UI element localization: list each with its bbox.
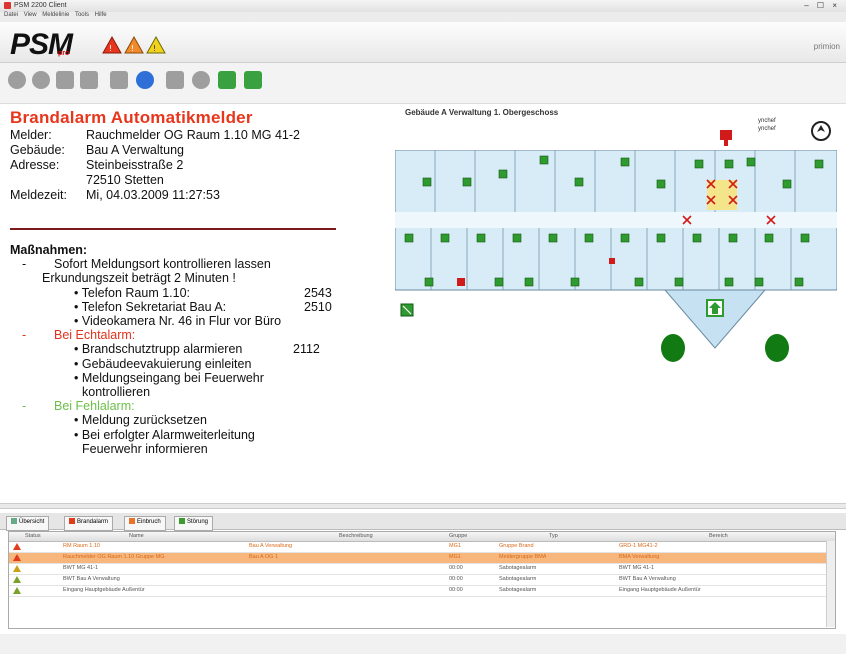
circle-icon[interactable] [8,71,26,89]
table-header: Status Name Beschreibung Gruppe Typ Bere… [9,532,835,542]
table-row[interactable]: BWT MG 41-1 00:00 Sabotagealarm BWT MG 41-… [9,564,835,575]
col-group[interactable]: Gruppe [449,533,467,539]
measures-panel: Maßnahmen: - Sofort Meldungsort kontrolli… [10,243,380,456]
square-icon[interactable] [166,71,184,89]
floorplan-map[interactable] [395,150,837,400]
alarm-status-icon [13,587,21,594]
alarm-tabs: Übersicht Brandalarm Einbruch Störung [0,513,846,531]
alarm-arrow-icon[interactable] [110,71,128,89]
tab-intrusion[interactable]: Einbruch [124,516,166,531]
compass-icon[interactable] [810,120,832,142]
tab-fire[interactable]: Brandalarm [64,516,114,531]
app-icon [4,2,11,9]
real-action: • Brandschutztrupp alarmieren 2112 [74,342,320,357]
logo-bar: PSM pro ! ! ! primion [0,22,846,63]
alarm-field-detector: Melder: Rauchmelder OG Raum 1.10 MG 41-2 [10,128,300,142]
alarm-table: Status Name Beschreibung Gruppe Typ Bere… [8,531,836,629]
alarm-field-time: Meldezeit: Mi, 04.03.2009 11:27:53 [10,188,220,202]
table-row[interactable]: RM Raum 1.10 Bau A Verwaltung MG1 Gruppe B… [9,542,835,553]
real-action: • Gebäudeevakuierung einleiten [74,356,252,371]
window-titlebar: PSM 2200 Client – ☐ × [0,0,846,12]
fire-detector-icon[interactable] [718,128,734,148]
false-action: • Meldung zurücksetzen [74,413,207,428]
col-type[interactable]: Typ [549,533,558,539]
brand-logo: primion [813,42,840,51]
tag-icon[interactable] [80,71,98,89]
alarm-status-icon [13,554,21,561]
table-scrollbar[interactable] [826,541,835,627]
intrusion-alarm-icon[interactable]: ! [124,36,144,54]
back-icon[interactable] [244,71,262,89]
real-alarm-heading: - Bei Echtalarm: [22,328,136,343]
menu-tools[interactable]: Tools [75,12,89,18]
svg-text:!: ! [153,44,156,53]
menu-file[interactable]: Datei [4,12,18,18]
svg-text:!: ! [131,44,134,53]
panel-splitter[interactable] [0,503,846,509]
col-name[interactable]: Name [129,533,144,539]
alarm-status-icon [13,565,21,572]
col-description[interactable]: Beschreibung [339,533,373,539]
tab-fault[interactable]: Störung [174,516,214,531]
fault-alarm-icon[interactable]: ! [146,36,166,54]
table-row[interactable]: Eingang Hauptgebäude Außentür 00:00 Sabot… [9,586,835,597]
tab-overview[interactable]: Übersicht [6,516,50,531]
false-action: Feuerwehr informieren [82,441,208,456]
app-logo-sub: pro [58,50,70,57]
contact-row: • Videokamera Nr. 46 in Flur vor Büro [74,314,282,329]
fire-alarm-icon[interactable]: ! [102,36,122,54]
user-icon[interactable] [32,71,50,89]
status-bar [0,634,846,654]
menu-view[interactable]: View [24,12,37,18]
menu-signal[interactable]: Meldelinie [42,12,69,18]
false-alarm-heading: - Bei Fehlalarm: [22,399,135,414]
help-icon[interactable] [136,71,154,89]
false-action: • Bei erfolgter Alarmweiterleitung [74,427,255,442]
col-status[interactable]: Status [25,533,41,539]
alarm-field-city: 72510 Stetten [86,173,164,187]
col-area[interactable]: Bereich [709,533,728,539]
alarm-details: Brandalarm Automatikmelder Melder: Rauchm… [10,108,380,203]
toolbar [0,63,846,104]
alarm-status-icon [13,576,21,583]
menubar: Datei View Meldelinie Tools Hilfe [0,12,846,22]
contact-row: • Telefon Sekretariat Bau A: 2510 [74,299,332,314]
svg-text:!: ! [109,44,112,53]
alarm-title: Brandalarm Automatikmelder [10,108,253,127]
alarm-field-building: Gebäude: Bau A Verwaltung [10,143,184,157]
legend-label: ynchef [758,118,776,124]
window-controls[interactable]: – ☐ × [804,1,840,10]
floorplan-title: Gebäude A Verwaltung 1. Obergeschoss [405,108,559,117]
tag-icon[interactable] [56,71,74,89]
legend-label: ynchef [758,126,776,132]
window-title: PSM 2200 Client [14,2,67,9]
real-action: • Meldungseingang bei Feuerwehr [74,370,264,385]
table-row[interactable]: Rauchmelder OG Raum 1.10 Gruppe MG Bau A … [9,553,835,564]
real-action: kontrollieren [82,385,151,400]
alarm-field-address: Adresse: Steinbeisstraße 2 [10,158,184,172]
alarm-status-icon [13,543,21,550]
divider [10,228,336,230]
contact-row: • Telefon Raum 1.10: 2543 [74,285,332,300]
menu-help[interactable]: Hilfe [95,12,107,18]
measure-intro-2: Erkundungszeit beträgt 2 Minuten ! [42,271,236,286]
settings-icon[interactable] [192,71,210,89]
table-row[interactable]: BWT Bau A Verwaltung 00:00 Sabotagealarm B… [9,575,835,586]
export-icon[interactable] [218,71,236,89]
measure-intro: - Sofort Meldungsort kontrollieren lassen [22,257,271,272]
measures-heading: Maßnahmen: [10,243,88,257]
